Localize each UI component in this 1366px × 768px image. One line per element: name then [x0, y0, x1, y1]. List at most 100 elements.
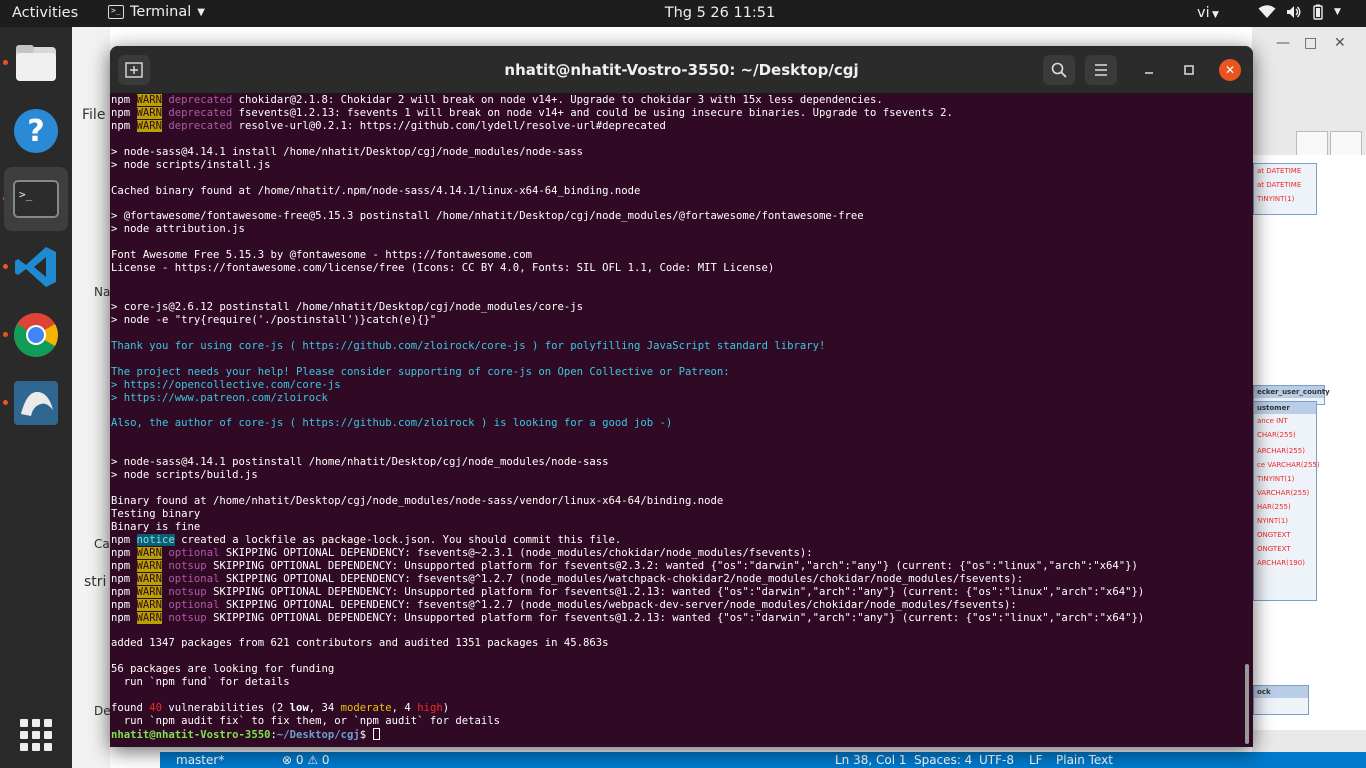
- terminal-text: WARN: [136, 598, 163, 611]
- status-position[interactable]: Ln 38, Col 1: [835, 753, 907, 767]
- dock-mysql-workbench[interactable]: [4, 371, 68, 435]
- er-row: ONGTEXT: [1257, 531, 1291, 539]
- er-table-2[interactable]: ustomer ance INT CHAR(255) ARCHAR(255) c…: [1253, 401, 1320, 601]
- maximize-button[interactable]: [1177, 58, 1201, 82]
- terminal-text: WARN: [136, 572, 163, 585]
- menu-button[interactable]: [1085, 55, 1117, 85]
- terminal-line: Font Awesome Free 5.15.3 by @fontawesome…: [111, 249, 1241, 262]
- status-encoding[interactable]: UTF-8: [979, 753, 1014, 767]
- system-tray[interactable]: ▼: [1258, 4, 1341, 20]
- terminal-line: Binary found at /home/nhatit/Desktop/cgj…: [111, 495, 1241, 508]
- er-row: NYINT(1): [1257, 517, 1289, 525]
- clock[interactable]: Thg 5 26 11:51: [0, 5, 1366, 21]
- terminal-text: fsevents@1.2.13: fsevents 1 will break o…: [232, 106, 953, 119]
- er-row: TINYINT(1): [1257, 475, 1295, 483]
- terminal-line: > node-sass@4.14.1 postinstall /home/nha…: [111, 456, 1241, 469]
- terminal-text: 40: [149, 702, 163, 715]
- terminal-text: SKIPPING OPTIONAL DEPENDENCY: Unsupporte…: [206, 559, 1138, 572]
- er-table-1[interactable]: at DATETIME at DATETIME TINYINT(1): [1253, 163, 1317, 215]
- bg-label-stri: stri: [84, 574, 107, 590]
- er-row: ance INT: [1257, 417, 1288, 425]
- er-table-3[interactable]: ock: [1253, 685, 1309, 715]
- terminal-text: > node -e "try{require('./postinstall')}…: [111, 313, 437, 326]
- terminal-text: npm: [111, 611, 137, 624]
- terminal-text: SKIPPING OPTIONAL DEPENDENCY: fsevents@^…: [219, 598, 1017, 611]
- terminal-line: License - https://fontawesome.com/licens…: [111, 262, 1241, 275]
- terminal-line: Cached binary found at /home/nhatit/.npm…: [111, 185, 1241, 198]
- close-button[interactable]: ✕: [1219, 59, 1241, 81]
- terminal-line: npm WARN deprecated resolve-url@0.2.1: h…: [111, 119, 1241, 133]
- terminal-text: WARN: [136, 611, 163, 624]
- terminal-line: > https://www.patreon.com/zloirock: [111, 392, 1241, 405]
- terminal-text: optional: [168, 572, 220, 585]
- terminal-text: npm: [111, 533, 137, 546]
- chrome-icon: [14, 313, 58, 357]
- terminal-prompt-line[interactable]: nhatit@nhatit-Vostro-3550:~/Desktop/cgj$: [111, 727, 1241, 741]
- bg-close-icon[interactable]: ✕: [1334, 35, 1346, 51]
- terminal-headerbar[interactable]: nhatit@nhatit-Vostro-3550: ~/Desktop/cgj…: [110, 46, 1253, 94]
- status-spaces[interactable]: Spaces: 4: [914, 753, 972, 767]
- terminal-text: npm: [111, 119, 137, 132]
- terminal-window: nhatit@nhatit-Vostro-3550: ~/Desktop/cgj…: [110, 46, 1253, 747]
- terminal-text: Binary is fine: [111, 520, 201, 533]
- terminal-output[interactable]: npm WARN deprecated chokidar@2.1.8: Chok…: [111, 94, 1241, 746]
- dock-terminal[interactable]: >_: [4, 167, 68, 231]
- lang-dropdown-icon[interactable]: ▼: [1212, 10, 1219, 20]
- terminal-text: SKIPPING OPTIONAL DEPENDENCY: Unsupporte…: [206, 585, 1145, 598]
- er-row: CHAR(255): [1257, 431, 1296, 439]
- show-applications-icon[interactable]: [20, 719, 52, 751]
- er-table-title: ecker_user_county: [1254, 386, 1330, 398]
- terminal-text: > node-sass@4.14.1 install /home/nhatit/…: [111, 145, 583, 158]
- bg-menu-file[interactable]: File: [82, 107, 105, 123]
- dock-chrome[interactable]: [4, 303, 68, 367]
- terminal-title: nhatit@nhatit-Vostro-3550: ~/Desktop/cgj: [504, 61, 859, 79]
- terminal-scrollbar[interactable]: [1241, 94, 1253, 747]
- terminal-line: > node attribution.js: [111, 223, 1241, 236]
- terminal-text: WARN: [136, 119, 163, 132]
- terminal-text: npm: [111, 546, 137, 559]
- terminal-line: > https://opencollective.com/core-js: [111, 379, 1241, 392]
- terminal-text: Cached binary found at /home/nhatit/.npm…: [111, 184, 641, 197]
- status-branch[interactable]: master*: [176, 753, 224, 767]
- language-indicator[interactable]: vi: [1197, 5, 1210, 21]
- dock-help[interactable]: ?: [4, 99, 68, 163]
- svg-text:>_: >_: [19, 188, 33, 201]
- terminal-text: high: [417, 702, 443, 715]
- status-problems[interactable]: ⊗ 0 ⚠ 0: [282, 753, 330, 767]
- editor-status-bar: master* ⊗ 0 ⚠ 0 Ln 38, Col 1 Spaces: 4 U…: [160, 752, 1366, 768]
- terminal-text: run `npm audit fix` to fix them, or `npm…: [111, 715, 501, 727]
- terminal-text: > node scripts/install.js: [111, 158, 271, 171]
- search-button[interactable]: [1043, 55, 1075, 85]
- terminal-line: > node scripts/install.js: [111, 159, 1241, 172]
- bg-minimize-icon[interactable]: —: [1276, 35, 1290, 51]
- bg-maximize-icon[interactable]: □: [1304, 35, 1317, 51]
- status-language[interactable]: Plain Text: [1056, 753, 1113, 767]
- terminal-line: > node -e "try{require('./postinstall')}…: [111, 314, 1241, 327]
- dock-files[interactable]: [4, 31, 68, 95]
- terminal-text: resolve-url@0.2.1: https://github.com/ly…: [232, 119, 666, 132]
- terminal-text: WARN: [136, 106, 163, 119]
- mysql-workbench-icon: [14, 381, 58, 425]
- er-table-title: ustomer: [1254, 402, 1316, 414]
- prompt-user: nhatit@nhatit-Vostro-3550: [111, 728, 271, 741]
- terminal-text: deprecated: [168, 119, 233, 132]
- gnome-top-bar: Activities >_ Terminal ▼ Thg 5 26 11:51 …: [0, 0, 1366, 27]
- dock-vscode[interactable]: [4, 235, 68, 299]
- terminal-text: > node scripts/build.js: [111, 469, 258, 482]
- terminal-text: npm: [111, 572, 137, 585]
- er-row: ARCHAR(255): [1257, 447, 1305, 455]
- terminal-line: 56 packages are looking for funding: [111, 663, 1241, 676]
- terminal-text: Thank you for using core-js (: [111, 339, 303, 352]
- terminal-text: chokidar@2.1.8: Chokidar 2 will break on…: [232, 94, 883, 106]
- status-eol[interactable]: LF: [1029, 753, 1043, 767]
- bg-label-ca: Ca: [94, 537, 110, 551]
- minimize-button[interactable]: [1137, 58, 1161, 82]
- scrollbar-thumb[interactable]: [1245, 664, 1249, 744]
